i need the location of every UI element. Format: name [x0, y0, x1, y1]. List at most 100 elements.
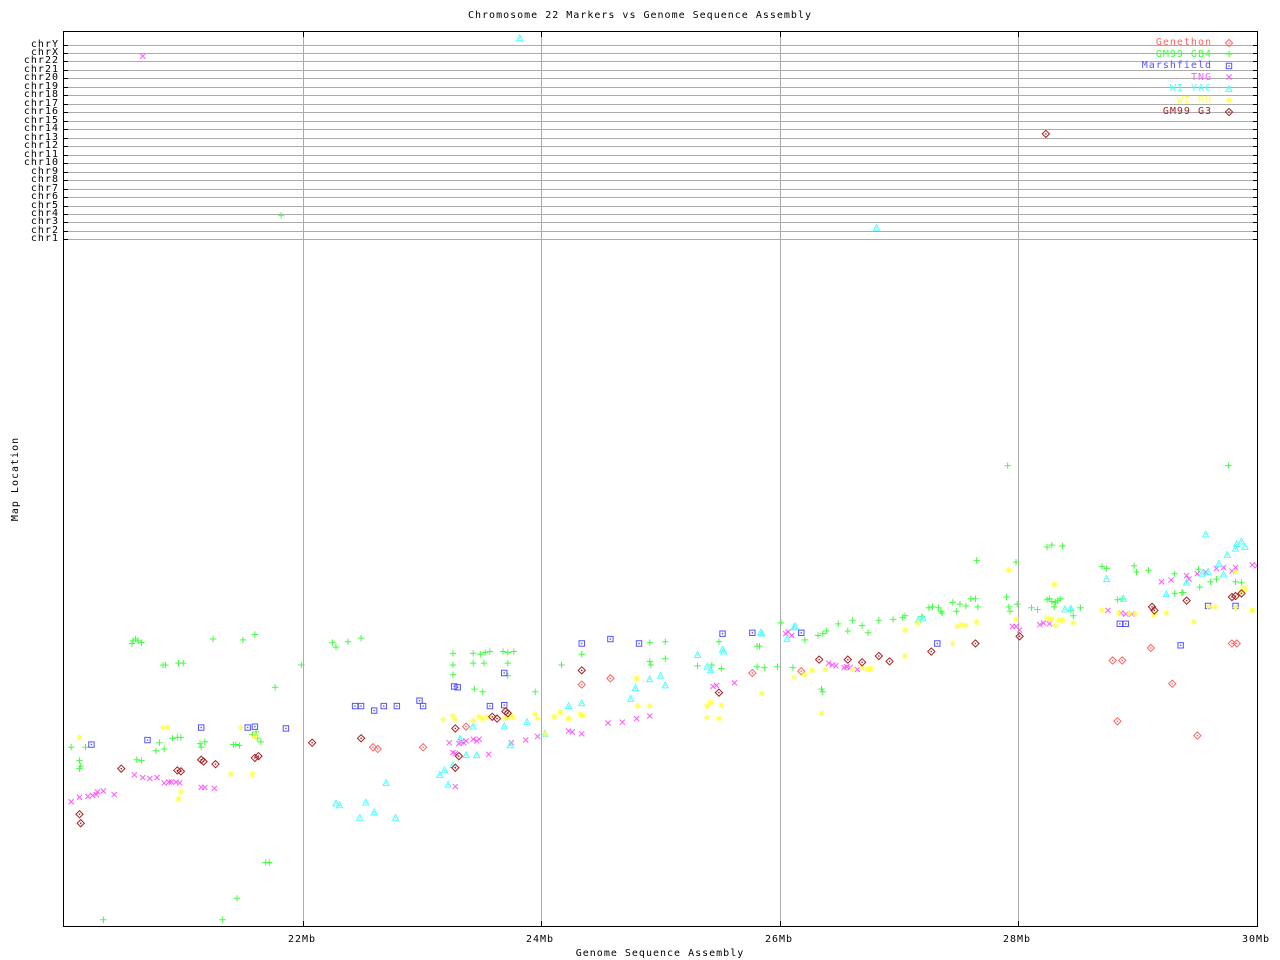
- wi-yac-point: [371, 809, 377, 815]
- legend-label: GM99 GB4: [1156, 49, 1212, 60]
- gm99-g3-point: [76, 811, 83, 818]
- gm99-g3-point: [255, 753, 262, 760]
- wi-rh-point: [647, 703, 653, 709]
- wi-rh-point: [176, 796, 182, 802]
- genethon-point: [1233, 640, 1240, 647]
- tng-point: [1047, 621, 1052, 626]
- wi-rh-point: [580, 713, 586, 719]
- gm99-gb4-point: [169, 735, 175, 741]
- wi-rh-point: [252, 733, 258, 739]
- wi-yac-point: [694, 652, 700, 658]
- wi-yac-point: [445, 781, 451, 787]
- gm99-gb4-point: [219, 917, 225, 923]
- marshfield-point: [1178, 643, 1183, 648]
- wi-rh-point: [634, 675, 640, 681]
- gm99-gb4-point: [929, 604, 935, 610]
- wi-yac-point: [632, 685, 638, 691]
- gm99-gb4-point: [487, 648, 493, 654]
- tng-point: [634, 716, 639, 721]
- genethon-point: [462, 723, 469, 730]
- wi-yac-point: [517, 35, 523, 41]
- gm99-gb4-point: [500, 648, 506, 654]
- wi-yac-point: [357, 814, 363, 820]
- gm99-gb4-point: [1007, 608, 1013, 614]
- scatter-layer: [64, 32, 1257, 926]
- tng-point: [714, 683, 719, 688]
- gm99-gb4-point: [802, 637, 808, 643]
- wi-rh-point: [867, 666, 873, 672]
- marshfield-point: [245, 725, 250, 730]
- legend-marker-icon: [1224, 95, 1234, 105]
- marshfield-point: [394, 703, 399, 708]
- genethon-point: [1147, 644, 1154, 651]
- gm99-gb4-point: [134, 757, 140, 763]
- legend-marker: [1226, 74, 1231, 79]
- wi-rh-point: [716, 716, 722, 722]
- wi-rh-point: [566, 716, 572, 722]
- gm99-gb4-point: [298, 662, 304, 668]
- gm99-gb4-point: [240, 637, 246, 643]
- gm99-gb4-point: [718, 665, 724, 671]
- legend-marker-icon: [1224, 84, 1234, 94]
- legend-item-marshfield: Marshfield: [1142, 60, 1234, 71]
- gm99-gb4-point: [272, 684, 278, 690]
- wi-rh-point: [542, 731, 548, 737]
- wi-rh-point: [77, 734, 83, 740]
- legend-marker: [1225, 39, 1232, 46]
- legend-marker-icon: [1224, 61, 1234, 71]
- wi-rh-point: [557, 709, 563, 715]
- tng-point: [132, 772, 137, 777]
- gm99-g3-point: [578, 667, 585, 674]
- gm99-gb4-point: [662, 655, 668, 661]
- gm99-gb4-point: [450, 662, 456, 668]
- tng-point: [1169, 577, 1174, 582]
- y-axis-label-chr7: chr7: [0, 184, 59, 193]
- y-axis-label-chr13: chr13: [0, 133, 59, 142]
- gm99-gb4-point: [198, 744, 204, 750]
- wi-yac-point: [1221, 571, 1227, 577]
- wi-yac-point: [662, 682, 668, 688]
- wi-rh-point: [1116, 610, 1122, 616]
- gm99-g3-point: [251, 754, 258, 761]
- gm99-gb4-point: [694, 663, 700, 669]
- wi-yac-point: [1238, 538, 1244, 544]
- tng-point: [174, 779, 179, 784]
- gm99-g3-point: [77, 820, 84, 827]
- wi-rh-point: [963, 623, 969, 629]
- gm99-gb4-point: [511, 648, 517, 654]
- wi-yac-point: [474, 752, 480, 758]
- marshfield-point: [608, 636, 613, 641]
- wi-rh-point: [228, 771, 234, 777]
- legend-item-genethon: Genethon: [1156, 37, 1234, 48]
- gm99-gb4-point: [1014, 601, 1020, 607]
- tng-point: [101, 788, 106, 793]
- tng-point: [69, 799, 74, 804]
- wi-rh-point: [1163, 610, 1169, 616]
- legend-marker-icon: [1224, 107, 1234, 117]
- gm99-gb4-point: [647, 639, 653, 645]
- plot-area: GenethonGM99 GB4MarshfieldTNGWI YACWI RH…: [63, 31, 1258, 927]
- wi-yac-point: [1203, 531, 1209, 537]
- gm99-gb4-point: [1006, 604, 1012, 610]
- marshfield-point: [417, 698, 422, 703]
- y-axis-label-chr5: chr5: [0, 201, 59, 210]
- gm99-gb4-point: [1077, 605, 1083, 611]
- gm99-gb4-point: [876, 617, 882, 623]
- tng-point: [732, 680, 737, 685]
- legend-label: Genethon: [1156, 37, 1212, 48]
- gm99-gb4-point: [138, 757, 144, 763]
- y-axis-label-chrY: chrY: [0, 40, 59, 49]
- gm99-gb4-point: [278, 212, 284, 218]
- genethon-point: [749, 669, 756, 676]
- chart-canvas: Chromosome 22 Markers vs Genome Sequence…: [0, 0, 1280, 960]
- marshfield-point: [579, 641, 584, 646]
- tng-point: [140, 775, 145, 780]
- tng-point: [202, 785, 207, 790]
- gm99-gb4-point: [532, 689, 538, 695]
- wi-rh-point: [809, 667, 815, 673]
- legend-item-gm99-gb4: GM99 GB4: [1156, 49, 1234, 60]
- wi-rh-point: [1191, 619, 1197, 625]
- wi-yac-point: [658, 672, 664, 678]
- gm99-gb4-point: [754, 664, 760, 670]
- wi-yac-point: [628, 696, 634, 702]
